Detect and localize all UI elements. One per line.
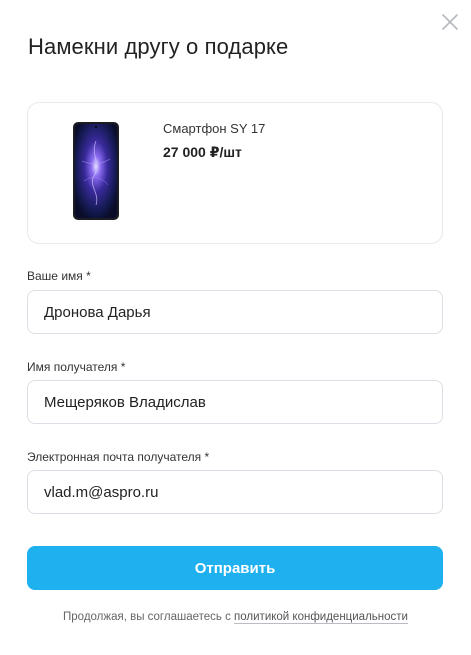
product-image [72,121,120,221]
recipient-email-label: Электронная почта получателя * [27,450,210,464]
recipient-name-label: Имя получателя * [27,360,126,374]
consent-text: Продолжая, вы соглашаетесь с [63,611,235,623]
recipient-email-input[interactable] [27,470,443,514]
consent-notice: Продолжая, вы соглашаетесь с политикой к… [0,611,471,624]
product-price: 27 000 ₽/шт [163,144,242,160]
product-card: Смартфон SY 17 27 000 ₽/шт [27,102,443,244]
sender-name-label: Ваше имя * [27,269,91,283]
product-name: Смартфон SY 17 [163,121,266,136]
recipient-name-input[interactable] [27,380,443,424]
sender-name-input[interactable] [27,290,443,334]
close-icon[interactable] [440,12,460,32]
submit-button[interactable]: Отправить [27,546,443,590]
dialog-title: Намекни другу о подарке [28,34,289,59]
privacy-policy-link[interactable]: политикой конфиденциальности [234,611,408,624]
